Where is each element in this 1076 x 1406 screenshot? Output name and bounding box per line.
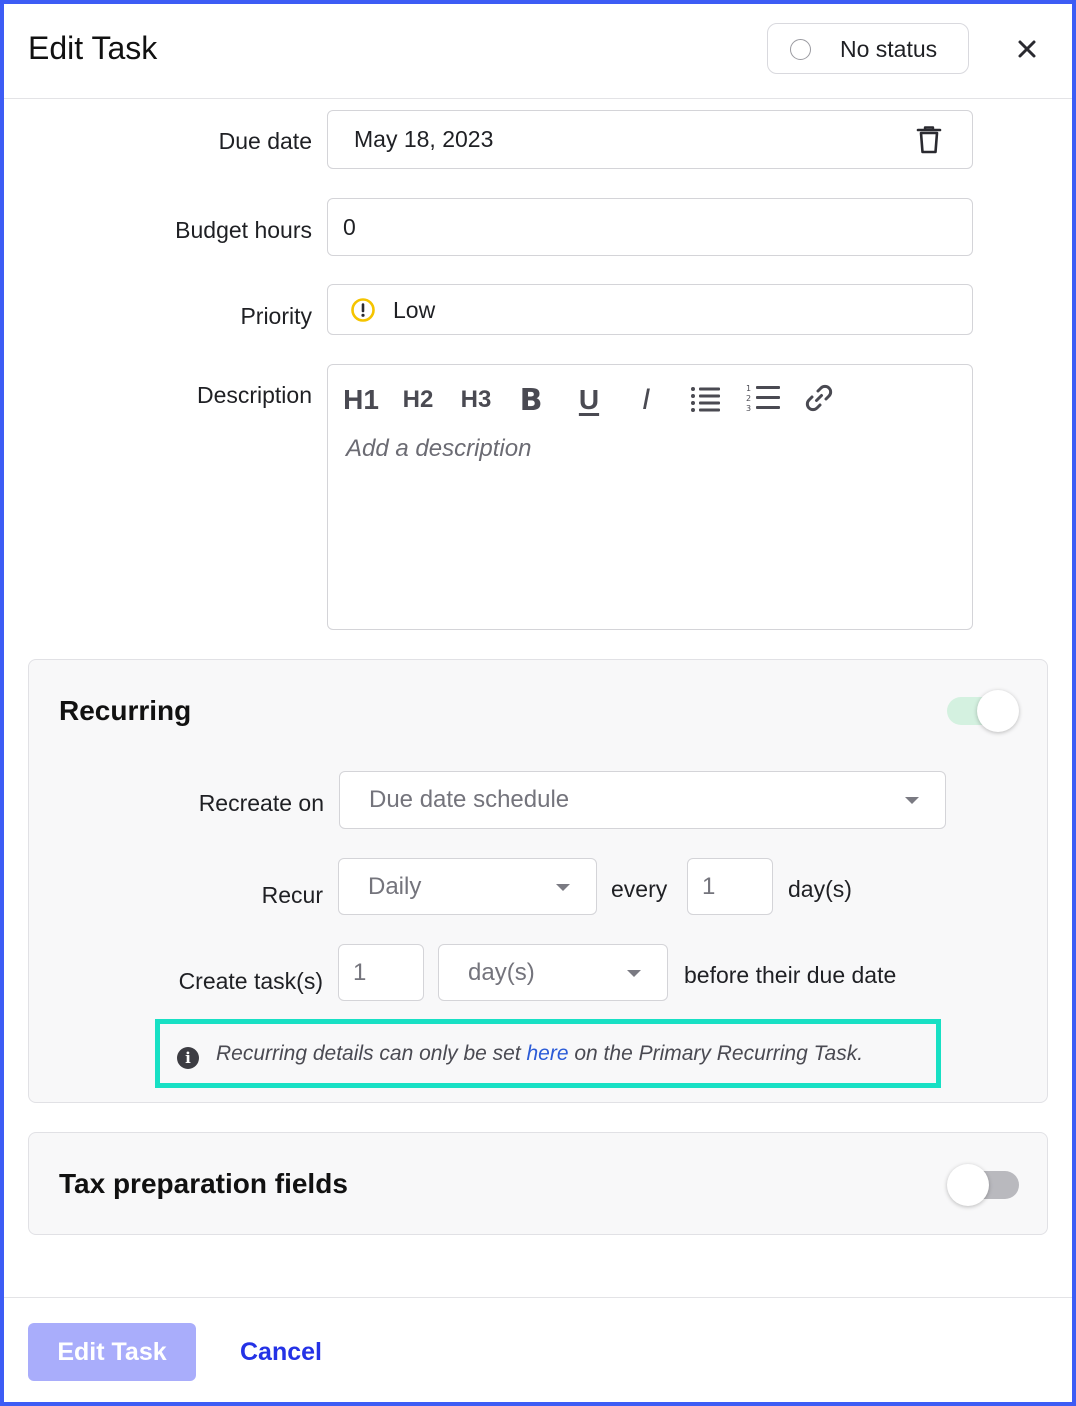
close-button[interactable] — [1012, 34, 1042, 64]
recurring-toggle-knob — [977, 690, 1019, 732]
status-circle-icon — [790, 39, 811, 60]
budget-hours-input[interactable]: 0 — [327, 198, 973, 256]
create-tasks-suffix: before their due date — [684, 962, 897, 988]
description-placeholder: Add a description — [346, 435, 532, 462]
budget-hours-label: Budget hours — [175, 217, 312, 243]
recur-interval-value: 1 — [702, 873, 716, 900]
create-tasks-unit-select[interactable]: day(s) — [438, 944, 668, 1001]
budget-hours-value: 0 — [343, 214, 356, 240]
alert-circle-icon — [351, 298, 375, 322]
svg-text:2: 2 — [746, 394, 751, 403]
info-icon: i — [177, 1047, 199, 1069]
cancel-button[interactable]: Cancel — [240, 1338, 322, 1367]
description-label: Description — [196, 382, 312, 408]
edit-task-dialog: Edit Task No status Due date May 18, 202… — [0, 0, 1076, 1406]
link-icon[interactable] — [804, 383, 834, 413]
tax-prep-toggle[interactable] — [947, 1164, 1019, 1206]
description-editor[interactable]: H1 H2 H3 B U I 1 2 3 Add a description — [327, 364, 973, 630]
recur-frequency-value: Daily — [368, 873, 422, 900]
trash-icon[interactable] — [916, 125, 942, 155]
create-tasks-label: Create task(s) — [178, 968, 323, 994]
priority-label: Priority — [240, 303, 312, 329]
recreate-on-label: Recreate on — [198, 790, 324, 816]
footer-divider — [4, 1297, 1072, 1298]
dialog-title: Edit Task — [28, 30, 158, 66]
heading-2-icon[interactable]: H2 — [400, 383, 436, 417]
due-date-value: May 18, 2023 — [354, 126, 494, 152]
tax-prep-title: Tax preparation fields — [59, 1168, 348, 1199]
primary-task-link[interactable]: here — [527, 1042, 569, 1065]
recur-frequency-select[interactable]: Daily — [338, 858, 597, 915]
underline-icon[interactable]: U — [574, 383, 604, 417]
notice-text: Recurring details can only be set here o… — [216, 1042, 864, 1065]
chevron-down-icon — [556, 884, 570, 891]
svg-text:3: 3 — [746, 404, 751, 413]
bullet-list-icon[interactable] — [690, 385, 720, 413]
close-icon — [1018, 40, 1036, 58]
recurring-toggle[interactable] — [947, 690, 1019, 732]
recurring-title: Recurring — [59, 695, 192, 726]
due-date-input[interactable]: May 18, 2023 — [327, 110, 973, 169]
recur-label: Recur — [261, 882, 323, 908]
chevron-down-icon — [627, 970, 641, 977]
recreate-on-select[interactable]: Due date schedule — [339, 771, 946, 829]
due-date-label: Due date — [218, 128, 312, 154]
svg-text:1: 1 — [746, 384, 751, 393]
tax-prep-toggle-knob — [947, 1164, 989, 1206]
italic-icon[interactable]: I — [634, 383, 658, 417]
heading-3-icon[interactable]: H3 — [458, 383, 494, 417]
recurring-notice: i Recurring details can only be set here… — [155, 1019, 941, 1088]
create-tasks-count-input[interactable]: 1 — [338, 944, 424, 1001]
recreate-on-value: Due date schedule — [369, 786, 570, 813]
create-tasks-unit-value: day(s) — [468, 959, 535, 986]
numbered-list-icon[interactable]: 1 2 3 — [746, 383, 780, 413]
edit-task-button[interactable]: Edit Task — [28, 1323, 196, 1381]
status-label: No status — [840, 36, 938, 62]
create-tasks-count-value: 1 — [353, 959, 367, 986]
heading-1-icon[interactable]: H1 — [342, 383, 380, 417]
header-divider — [4, 98, 1072, 99]
priority-value: Low — [393, 297, 436, 323]
recur-unit-label: day(s) — [788, 876, 852, 902]
tax-prep-section: Tax preparation fields — [28, 1132, 1048, 1235]
every-label: every — [611, 876, 668, 902]
chevron-down-icon — [905, 797, 919, 804]
bold-icon[interactable]: B — [516, 383, 546, 418]
status-button[interactable]: No status — [767, 23, 969, 74]
recur-interval-input[interactable]: 1 — [687, 858, 773, 915]
priority-select[interactable]: Low — [327, 284, 973, 335]
